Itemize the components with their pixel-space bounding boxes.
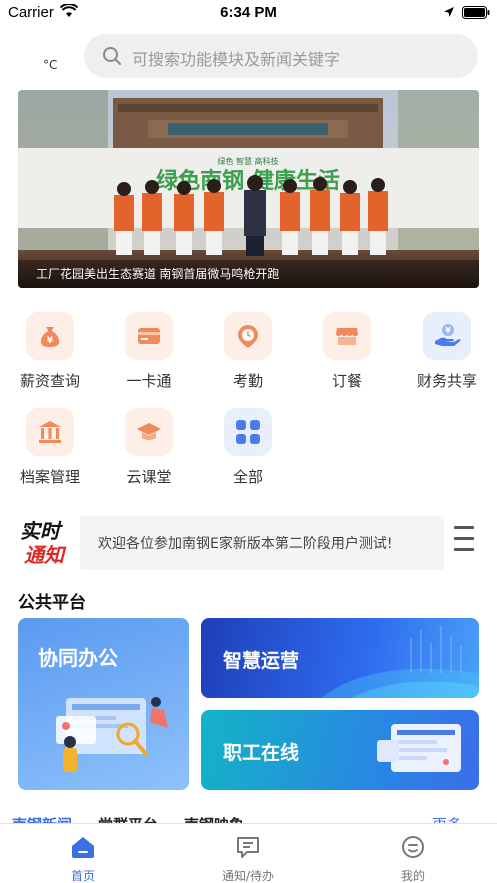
- notice-menu-icon[interactable]: [454, 526, 474, 554]
- user-icon: [402, 836, 424, 858]
- search-bar[interactable]: 可搜索功能模块及新闻关键字: [84, 34, 478, 78]
- card-icon: [125, 312, 173, 360]
- logo-text-top: 实时: [20, 519, 63, 543]
- weather-temperature[interactable]: °C: [43, 58, 57, 72]
- grid-label: 薪资查询: [19, 372, 80, 390]
- svg-text:¥: ¥: [445, 326, 451, 335]
- message-icon: [237, 837, 259, 858]
- status-bar: Carrier 6:34 PM: [0, 0, 497, 26]
- clock-time: 6:34 PM: [220, 4, 277, 21]
- tab-label: 通知/待办: [221, 869, 275, 883]
- grid-label: 云课堂: [126, 468, 172, 486]
- section-title: 公共平台: [18, 593, 86, 613]
- card-title: 职工在线: [223, 742, 300, 764]
- runner-group: [114, 175, 388, 256]
- banner-caption: 工厂花园美出生态赛道 南钢首届微马鸣枪开跑: [36, 267, 280, 281]
- logo-text-bottom: 通知: [24, 543, 67, 567]
- clock-pin-icon: [224, 312, 272, 360]
- grid-item-all[interactable]: 全部: [208, 408, 288, 487]
- grid-item-card[interactable]: 一卡通: [109, 312, 189, 391]
- tab-label: 首页: [70, 869, 95, 883]
- grid-item-salary[interactable]: ¥ 薪资查询: [10, 312, 90, 391]
- grid-label: 订餐: [331, 372, 362, 390]
- coin-hand-icon: ¥: [423, 312, 471, 360]
- shop-icon: [323, 312, 371, 360]
- search-placeholder: 可搜索功能模块及新闻关键字: [132, 50, 341, 69]
- grid-label: 全部: [232, 468, 263, 486]
- bottom-tab-bar: 首页 通知/待办 我的: [0, 823, 497, 883]
- card-title: 协同办公: [38, 646, 118, 670]
- grid-label: 一卡通: [126, 372, 172, 390]
- banner-image: 绿色 智慧 高科技 绿色南钢 健康生活: [18, 90, 479, 288]
- banner-sign-small: 绿色 智慧 高科技: [217, 156, 278, 166]
- grid-item-finance[interactable]: ¥ 财务共享: [407, 312, 487, 391]
- tab-label: 我的: [400, 869, 425, 883]
- tab-profile[interactable]: 我的: [353, 824, 473, 883]
- grid-icon: [224, 408, 272, 456]
- home-icon: [72, 837, 94, 858]
- tab-notifications[interactable]: 通知/待办: [188, 824, 308, 883]
- grid-label: 财务共享: [416, 372, 477, 390]
- location-arrow-icon: [444, 7, 454, 17]
- money-bag-icon: ¥: [26, 312, 74, 360]
- realtime-notice-logo: 实时 通知: [20, 519, 67, 567]
- card-title: 智慧运营: [223, 650, 300, 672]
- graduation-cap-icon: [125, 408, 173, 456]
- archive-icon: [26, 408, 74, 456]
- tab-home[interactable]: 首页: [23, 824, 143, 883]
- grid-label: 档案管理: [19, 468, 80, 486]
- notice-text: 欢迎各位参加南钢E家新版本第二阶段用户测试!: [98, 536, 393, 552]
- card-smart-operations[interactable]: 智慧运营: [201, 618, 479, 698]
- grid-item-order-meal[interactable]: 订餐: [307, 312, 387, 391]
- card-employee-online[interactable]: 职工在线: [201, 710, 479, 790]
- card-collaborative-office[interactable]: 协同办公: [18, 618, 189, 790]
- grid-item-archive[interactable]: 档案管理: [10, 408, 90, 487]
- grid-item-attendance[interactable]: 考勤: [208, 312, 288, 391]
- battery-icon: [462, 6, 490, 19]
- search-icon: [103, 47, 121, 65]
- grid-label: 考勤: [232, 372, 263, 390]
- news-banner[interactable]: 绿色 智慧 高科技 绿色南钢 健康生活 工厂花园美出生态赛道 南钢首届微马鸣枪开…: [18, 90, 479, 288]
- notice-bar[interactable]: 欢迎各位参加南钢E家新版本第二阶段用户测试!: [80, 516, 444, 570]
- grid-item-cloud-class[interactable]: 云课堂: [109, 408, 189, 487]
- svg-text:¥: ¥: [47, 336, 54, 346]
